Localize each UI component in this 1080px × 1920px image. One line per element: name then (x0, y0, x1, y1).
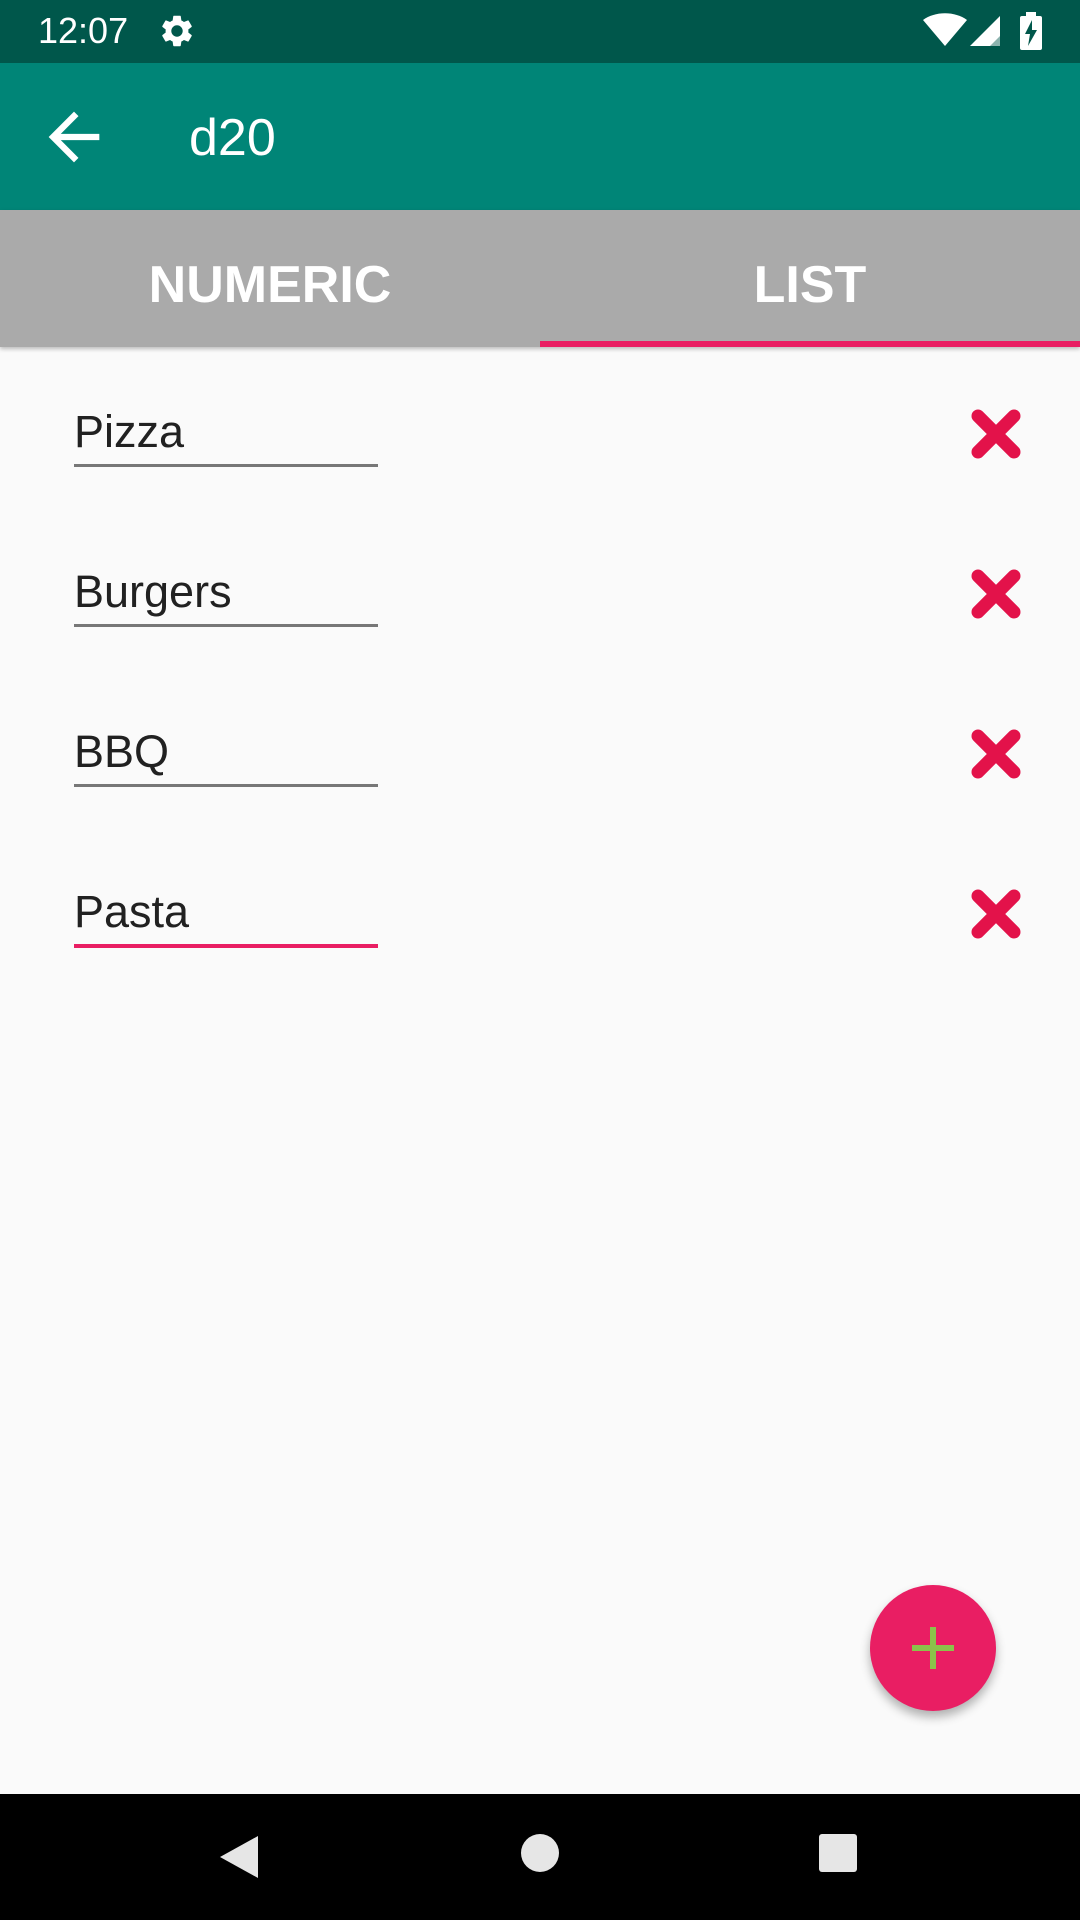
close-icon (971, 569, 1021, 619)
back-button[interactable] (36, 99, 112, 175)
system-nav-bar (0, 1794, 1080, 1920)
remove-item-button[interactable] (964, 562, 1028, 626)
close-icon (971, 729, 1021, 779)
status-bar: 12:07 (0, 0, 1080, 63)
page-title: d20 (189, 109, 276, 167)
plus-icon (912, 1627, 954, 1669)
list-item-input[interactable]: Burgers (74, 560, 378, 627)
close-icon (971, 409, 1021, 459)
remove-item-button[interactable] (964, 402, 1028, 466)
app-bar: d20 (0, 63, 1080, 210)
list-item: BBQ (0, 700, 1080, 860)
list-item: Pasta (0, 860, 1080, 1020)
nav-back-icon[interactable] (216, 1832, 262, 1882)
tab-list[interactable]: LIST (540, 210, 1080, 347)
signal-icon (970, 16, 1000, 46)
remove-item-button[interactable] (964, 882, 1028, 946)
list-item-input-focused[interactable]: Pasta (74, 880, 378, 948)
status-time: 12:07 (38, 10, 129, 51)
arrow-back-icon (48, 111, 100, 163)
tab-numeric[interactable]: NUMERIC (0, 210, 540, 347)
close-icon (971, 889, 1021, 939)
tab-indicator (540, 341, 1080, 347)
tab-bar: NUMERIC LIST (0, 210, 1080, 347)
add-item-button[interactable] (870, 1585, 996, 1711)
nav-home-icon[interactable] (519, 1832, 561, 1874)
nav-recents-icon[interactable] (817, 1832, 859, 1874)
remove-item-button[interactable] (964, 722, 1028, 786)
list-item-input[interactable]: BBQ (74, 720, 378, 787)
list-item-input[interactable]: Pizza (74, 400, 378, 467)
list-item: Pizza (0, 380, 1080, 540)
battery-icon (1020, 12, 1042, 50)
gear-icon (162, 15, 192, 47)
list-item: Burgers (0, 540, 1080, 700)
wifi-icon (923, 13, 967, 46)
